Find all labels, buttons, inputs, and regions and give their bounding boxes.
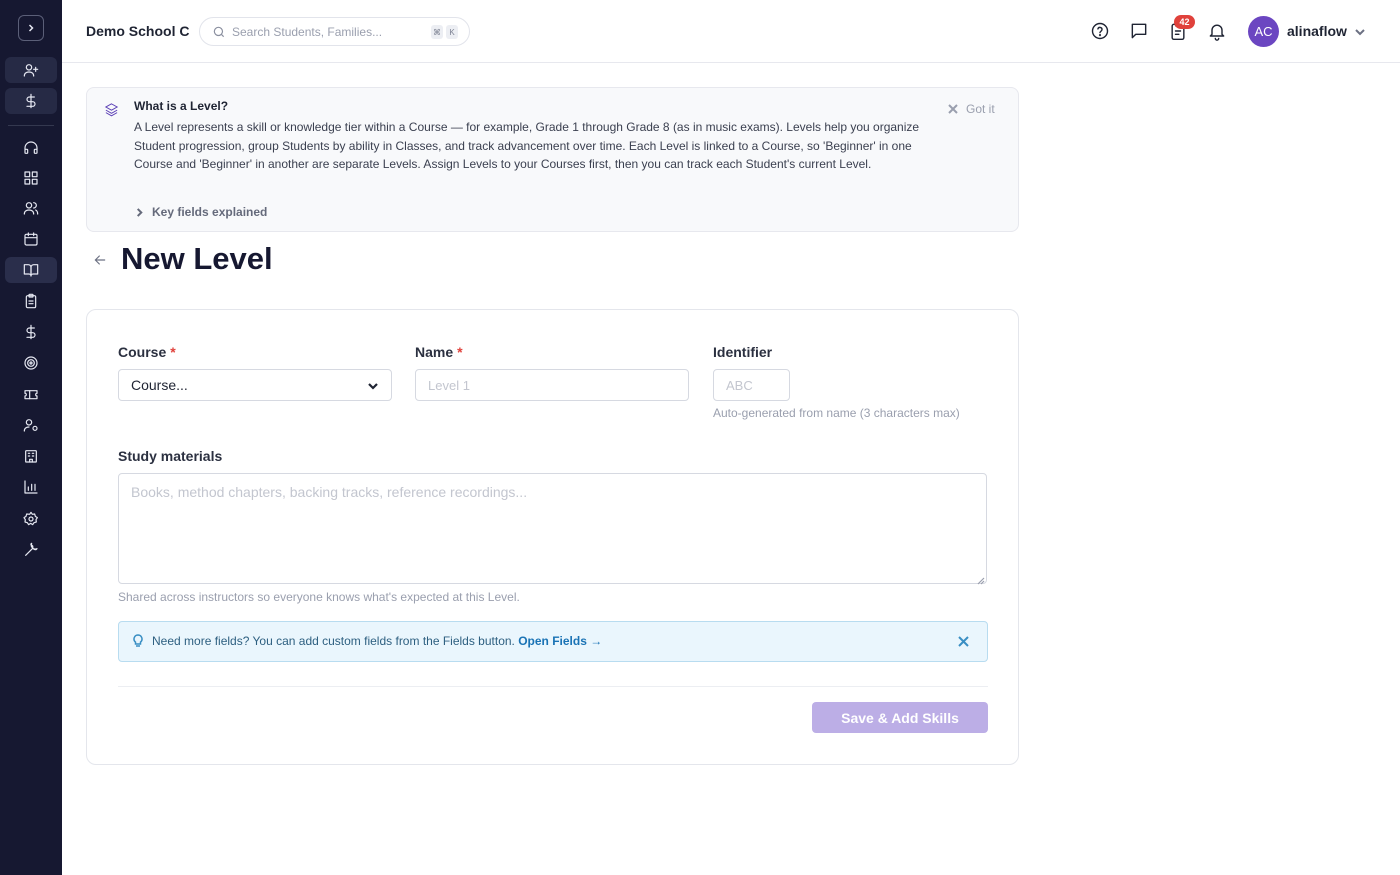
top-header: Demo School C ⌘ K	[62, 0, 1400, 63]
building-icon	[25, 450, 37, 463]
message-square-icon	[1131, 23, 1147, 39]
close-icon	[948, 104, 958, 114]
clipboard-list-icon	[25, 293, 37, 309]
sidebar-expand-button[interactable]	[18, 15, 44, 41]
settings-icon	[23, 511, 38, 526]
shortcut-key-k: K	[446, 25, 458, 39]
name-input[interactable]	[415, 369, 689, 401]
required-mark: *	[170, 344, 176, 360]
dollar-icon	[26, 93, 36, 109]
user-cog-icon	[23, 419, 38, 432]
dashboard-icon	[24, 171, 38, 185]
page-title: New Level	[121, 241, 273, 276]
course-label: Course *	[118, 344, 176, 360]
new-level-form: Course* Course... Name* Identifier Auto-…	[86, 309, 1019, 765]
course-label-text: Course	[118, 344, 167, 360]
key-fields-toggle[interactable]: Key fields explained	[135, 205, 267, 219]
username[interactable]: alinaflow	[1287, 23, 1347, 39]
save-add-skills-button[interactable]: Save & Add Skills	[812, 702, 988, 733]
notification-badge: 42	[1174, 15, 1195, 29]
got-it-button[interactable]: Got it	[948, 102, 995, 116]
sidebar-item-staff[interactable]	[5, 412, 57, 438]
level-info-card: What is a Level? A Level represents a sk…	[86, 87, 1019, 232]
book-open-icon	[23, 264, 39, 277]
bell-icon	[1209, 24, 1225, 41]
resize-handle-icon[interactable]	[976, 572, 985, 585]
sidebar-item-tools[interactable]	[5, 537, 57, 563]
sidebar-item-settings[interactable]	[5, 506, 57, 532]
tip-message: Need more fields? You can add custom fie…	[152, 634, 515, 648]
target-icon	[24, 356, 38, 370]
course-select[interactable]: Course...	[118, 369, 392, 401]
sidebar-item-add-user[interactable]	[5, 57, 57, 83]
search-box[interactable]: ⌘ K	[199, 17, 470, 46]
identifier-input[interactable]	[713, 369, 790, 401]
sidebar-item-tickets[interactable]	[5, 381, 57, 407]
study-materials-label: Study materials	[118, 448, 223, 464]
sidebar-item-reports[interactable]	[5, 474, 57, 500]
search-input[interactable]	[232, 23, 422, 41]
sidebar-item-calendar[interactable]	[5, 226, 57, 252]
arrow-left-icon	[94, 255, 106, 265]
sidebar-item-billing[interactable]	[5, 88, 57, 114]
headset-icon	[24, 141, 38, 154]
dollar-icon	[26, 324, 36, 340]
tip-text: Need more fields? You can add custom fie…	[152, 634, 602, 648]
custom-fields-tip: Need more fields? You can add custom fie…	[118, 621, 988, 662]
layers-icon	[104, 102, 122, 120]
identifier-label: Identifier	[713, 344, 773, 360]
sidebar-item-locations[interactable]	[5, 443, 57, 469]
info-body: A Level represents a skill or knowledge …	[134, 120, 920, 171]
name-label: Name *	[415, 344, 463, 360]
ticket-icon	[24, 390, 38, 400]
sidebar-item-dashboard[interactable]	[5, 165, 57, 191]
messages-button[interactable]	[1129, 21, 1149, 41]
search-icon	[213, 26, 225, 38]
sidebar-item-goals[interactable]	[5, 350, 57, 376]
got-it-label: Got it	[966, 102, 995, 116]
required-mark: *	[457, 344, 463, 360]
back-button[interactable]	[92, 252, 109, 269]
add-user-icon	[23, 64, 39, 77]
chevron-down-icon	[368, 383, 378, 390]
shortcut-key-cmd: ⌘	[431, 25, 443, 39]
study-materials-textarea[interactable]	[118, 473, 987, 584]
form-divider	[118, 686, 988, 687]
tip-close-button[interactable]	[957, 635, 970, 648]
identifier-hint: Auto-generated from name (3 characters m…	[713, 406, 960, 420]
sidebar	[0, 0, 62, 875]
notifications-button[interactable]	[1207, 21, 1227, 41]
key-fields-label: Key fields explained	[152, 205, 268, 219]
sidebar-item-payments[interactable]	[5, 319, 57, 345]
chevron-right-icon	[136, 207, 143, 217]
open-fields-link[interactable]: Open Fields →	[518, 634, 602, 648]
help-button[interactable]	[1090, 21, 1110, 41]
chevron-down-icon	[1355, 29, 1365, 36]
course-select-value: Course...	[131, 377, 188, 393]
help-circle-icon	[1091, 22, 1109, 40]
sidebar-item-support[interactable]	[5, 135, 57, 161]
lightbulb-icon	[132, 634, 146, 648]
sidebar-item-tasks[interactable]	[5, 288, 57, 314]
avatar[interactable]: AC	[1248, 16, 1279, 47]
users-icon	[23, 202, 39, 215]
calendar-icon	[24, 232, 38, 246]
study-materials-hint: Shared across instructors so everyone kn…	[118, 590, 520, 604]
user-menu-toggle[interactable]	[1354, 25, 1366, 37]
info-title: What is a Level?	[134, 99, 229, 113]
sidebar-divider	[8, 125, 54, 126]
school-name[interactable]: Demo School C	[86, 23, 189, 39]
bar-chart-icon	[24, 480, 38, 494]
name-label-text: Name	[415, 344, 454, 360]
wrench-icon	[25, 542, 38, 556]
chevron-right-icon	[28, 24, 34, 32]
close-icon	[958, 636, 969, 647]
sidebar-item-courses[interactable]	[5, 257, 57, 283]
sidebar-item-people[interactable]	[5, 195, 57, 221]
